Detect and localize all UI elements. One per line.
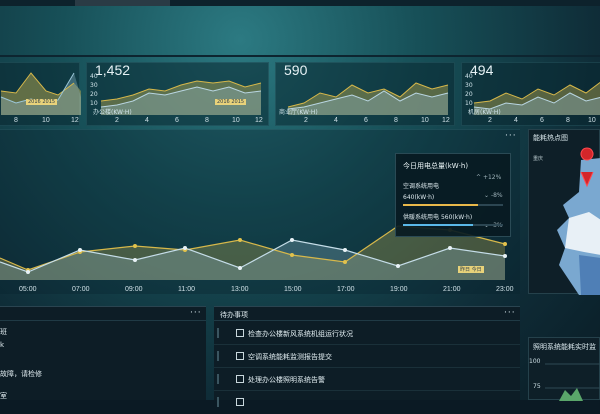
todo-item[interactable] [214,391,520,414]
kpi-y-tick: 30 [465,82,473,89]
x-tick: 09:00 [125,286,143,293]
alert-line: k [0,341,5,349]
panel-title: 待办事项 [220,311,248,319]
todo-checkbox[interactable] [236,375,244,383]
todo-checkbox[interactable] [236,352,244,360]
panel-header: 待办事项 [214,307,520,321]
todo-label: 检查办公楼新风系统机组运行状况 [248,330,353,338]
kpi-card-machine-room[interactable]: 494 40 30 20 10 机房(KW·H) 2 4 6 8 10 [461,62,600,126]
kpi-x-tick: 10 [42,117,50,124]
row-value: 640(kW·h) [403,194,435,201]
todo-item[interactable]: 空调系统能耗监测报告提交 [214,345,520,368]
kpi-x-tick: 12 [255,117,263,124]
kpi-x-tick: 12 [71,117,79,124]
x-tick: 15:00 [284,286,302,293]
kpi-y-tick: 10 [465,100,473,107]
x-tick: 17:00 [337,286,355,293]
kpi-x-tick: 6 [175,117,179,124]
kpi-x-tick: 4 [145,117,149,124]
kpi-subtitle: 机房(KW·H) [468,109,501,116]
kpi-x-tick: 8 [566,117,570,124]
kpi-x-tick: 8 [394,117,398,124]
more-icon[interactable]: ··· [504,308,516,318]
kpi-y-tick: 20 [90,91,98,98]
kpi-x-tick: 2 [488,117,492,124]
kpi-x-tick: 8 [14,117,18,124]
alert-line: 班 [0,328,7,336]
kpi-subtitle: 商业厅(KW·H) [279,109,318,116]
row-label: 空调系统用电 [403,183,440,190]
drag-handle-icon[interactable] [217,351,219,361]
todo-item[interactable]: 检查办公楼新风系统机组运行状况 [214,322,520,345]
x-tick: 23:00 [496,286,514,293]
alert-line: 故障，请检修 [0,370,42,378]
drag-handle-icon[interactable] [217,328,219,338]
todo-label: 空调系统能耗监测报告提交 [248,353,332,361]
header-divider [0,55,600,57]
kpi-x-tick: 6 [540,117,544,124]
x-tick: 11:00 [178,286,195,293]
more-icon[interactable]: ··· [190,308,202,318]
x-tick: 13:00 [231,286,249,293]
progress-bar-ac [403,204,503,206]
top-nav-tab[interactable] [75,0,170,6]
kpi-card-business[interactable]: 590 商业厅(KW·H) 2 4 6 8 10 12 [275,62,455,126]
kpi-card-office[interactable]: 1,452 40 30 20 10 办公楼(KW·H) 2016 2015 2 … [86,62,269,126]
kpi-x-tick: 2 [304,117,308,124]
todo-item[interactable]: 处理办公楼照明系统告警 [214,368,520,391]
x-tick: 21:00 [443,286,461,293]
kpi-x-tick: 2 [115,117,119,124]
lighting-panel: 照明系统能耗实时监 100 75 [528,337,600,401]
kpi-y-tick: 30 [90,82,98,89]
kpi-x-tick: 10 [232,117,240,124]
lighting-chart [545,363,600,401]
kpi-x-tick: 10 [588,117,596,124]
panel-header [0,307,206,321]
kpi-x-tick: 10 [421,117,429,124]
kpi-sparkline-machine-room [473,81,600,115]
x-tick: 19:00 [390,286,408,293]
kpi-x-tick: 4 [514,117,518,124]
kpi-y-tick: 10 [90,100,98,107]
progress-bar-heating [403,224,503,226]
heatmap-panel: 能耗热点图 重庆 [528,129,600,295]
kpi-legend: 2016 2015 [215,99,247,105]
x-tick: 05:00 [19,286,37,293]
kpi-sparkline-1 [0,72,81,115]
tooltip-title: 今日用电总量(kW·h) [403,162,469,170]
total-change: ^ +12% [476,174,502,181]
kpi-y-tick: 20 [465,91,473,98]
x-tick: 07:00 [72,286,90,293]
kpi-x-tick: 4 [334,117,338,124]
bottom-left-panel: ··· 班 k 故障，请检修 室 [0,306,206,400]
main-chart-legend: 昨日 今日 [458,266,484,273]
top-nav-bar [0,0,600,6]
todo-checkbox[interactable] [236,398,244,406]
todo-panel: 待办事项 ··· 检查办公楼新风系统机组运行状况 空调系统能耗监测报告提交 处理… [214,306,520,407]
todo-label: 处理办公楼照明系统告警 [248,376,325,384]
kpi-x-tick: 12 [442,117,450,124]
drag-handle-icon[interactable] [217,374,219,384]
kpi-y-tick: 40 [465,73,473,80]
kpi-x-tick: 6 [364,117,368,124]
kpi-y-tick: 40 [90,73,98,80]
kpi-x-tick: 8 [205,117,209,124]
kpi-legend: 2016 2015 [26,99,58,105]
row-label: 供暖系统用电 560(kW·h) [403,214,473,221]
heatmap-map[interactable] [529,130,600,295]
row-change: ⌄ -8% [484,192,503,199]
todo-checkbox[interactable] [236,329,244,337]
drag-handle-icon[interactable] [217,397,219,407]
kpi-subtitle: 办公楼(KW·H) [93,109,132,116]
kpi-card-1[interactable]: 2016 2015 8 10 12 [0,62,81,126]
energy-summary-tooltip: 今日用电总量(kW·h) ^ +12% 空调系统用电 ⌄ -8% 640(kW·… [395,153,511,237]
